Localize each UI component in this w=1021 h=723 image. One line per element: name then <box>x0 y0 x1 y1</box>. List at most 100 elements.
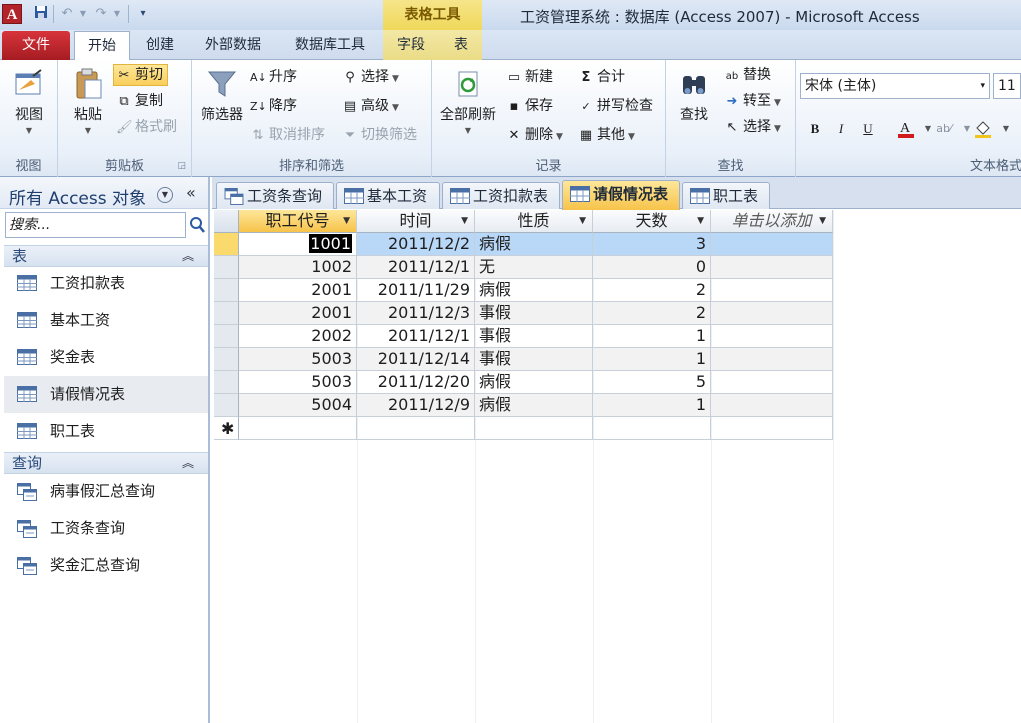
goto-button[interactable]: ➜ 转至 ▼ <box>724 90 781 112</box>
nav-collapse-icon[interactable]: « <box>186 183 196 202</box>
underline-button[interactable]: U <box>857 118 879 140</box>
cell-days[interactable]: 2 <box>593 279 711 302</box>
cell-empty[interactable] <box>475 417 593 440</box>
cell-employee-id[interactable]: 5004 <box>239 394 357 417</box>
customize-toolbar-icon[interactable]: ▾ <box>134 5 152 23</box>
row-selector[interactable] <box>214 348 239 371</box>
cell-employee-id[interactable]: 2001 <box>239 279 357 302</box>
doc-tab-active[interactable]: 请假情况表 <box>562 180 680 210</box>
cell-days[interactable]: 1 <box>593 394 711 417</box>
advanced-filter-button[interactable]: ▤ 高级 ▼ <box>342 95 399 117</box>
totals-button[interactable]: Σ 合计 <box>578 66 625 88</box>
doc-tab-table[interactable]: 工资扣款表 <box>442 182 560 209</box>
cell-employee-id[interactable]: 2002 <box>239 325 357 348</box>
row-selector[interactable] <box>214 371 239 394</box>
tab-file[interactable]: 文件 <box>2 31 70 60</box>
table-row[interactable]: 5003 2011/12/20 病假 5 <box>214 371 833 394</box>
cell-date[interactable]: 2011/11/29 <box>357 279 475 302</box>
paste-button[interactable]: 粘贴 ▼ <box>66 68 110 135</box>
table-row[interactable]: 1001 2011/12/2 病假 3 <box>214 233 833 256</box>
nav-item-table[interactable]: 基本工资 <box>4 302 208 339</box>
cell-empty[interactable] <box>711 325 833 348</box>
row-selector[interactable]: ✱ <box>214 417 239 440</box>
cell-empty[interactable] <box>593 417 711 440</box>
copy-button[interactable]: ⧉ 复制 <box>116 90 163 112</box>
row-selector[interactable] <box>214 325 239 348</box>
table-row[interactable]: 1002 2011/12/1 无 0 <box>214 256 833 279</box>
nav-item-table[interactable]: 工资扣款表 <box>4 265 208 302</box>
cell-date[interactable]: 2011/12/1 <box>357 256 475 279</box>
nav-item-table-selected[interactable]: 请假情况表 <box>4 376 208 413</box>
cell-type[interactable]: 病假 <box>475 233 593 256</box>
sort-dropdown-icon[interactable]: ▼ <box>343 210 350 232</box>
select-button[interactable]: ↖ 选择 ▼ <box>724 116 781 138</box>
redo-dropdown-icon[interactable]: ▼ <box>108 5 126 23</box>
cell-type[interactable]: 事假 <box>475 325 593 348</box>
cell-days[interactable]: 0 <box>593 256 711 279</box>
cell-type[interactable]: 事假 <box>475 302 593 325</box>
table-row[interactable]: 5004 2011/12/9 病假 1 <box>214 394 833 417</box>
cell-days[interactable]: 1 <box>593 348 711 371</box>
add-column-dropdown-icon[interactable]: ▼ <box>819 210 826 232</box>
cell-empty[interactable] <box>711 371 833 394</box>
toggle-filter-button[interactable]: ⏷ 切换筛选 <box>342 124 417 146</box>
new-record-button[interactable]: ▭ 新建 <box>506 66 553 88</box>
cell-empty[interactable] <box>711 394 833 417</box>
format-painter-button[interactable]: 🖌 格式刷 <box>116 116 177 138</box>
sort-dropdown-icon[interactable]: ▼ <box>579 210 586 232</box>
tab-home[interactable]: 开始 <box>74 31 130 61</box>
cell-date[interactable]: 2011/12/3 <box>357 302 475 325</box>
font-color-button[interactable]: A <box>894 118 918 140</box>
font-name-select[interactable]: 宋体 (主体) ▾ <box>800 73 990 99</box>
column-header[interactable]: 职工代号 ▼ <box>239 210 357 233</box>
cell-employee-id[interactable]: 5003 <box>239 371 357 394</box>
save-icon[interactable] <box>32 5 50 23</box>
cell-employee-id[interactable]: 1001 <box>239 233 357 256</box>
column-header[interactable]: 性质 ▼ <box>475 210 593 233</box>
cell-date[interactable]: 2011/12/14 <box>357 348 475 371</box>
access-app-icon[interactable]: A <box>2 4 22 24</box>
save-record-button[interactable]: ▪ 保存 <box>506 95 553 117</box>
nav-section-tables[interactable]: 表 ︽ <box>4 245 208 267</box>
cell-type[interactable]: 病假 <box>475 371 593 394</box>
filter-button[interactable]: 筛选器 <box>196 68 248 124</box>
add-column-header[interactable]: 单击以添加 ▼ <box>711 210 833 233</box>
cell-type[interactable]: 事假 <box>475 348 593 371</box>
column-header[interactable]: 天数 ▼ <box>593 210 711 233</box>
delete-record-button[interactable]: ✕ 删除 ▼ <box>506 124 563 146</box>
highlight-button[interactable]: ab⁄ <box>932 118 956 140</box>
cell-date[interactable]: 2011/12/2 <box>357 233 475 256</box>
cell-empty[interactable] <box>711 233 833 256</box>
doc-tab-table[interactable]: 职工表 <box>682 182 770 209</box>
doc-tab-table[interactable]: 基本工资 <box>336 182 440 209</box>
tab-fields[interactable]: 字段 <box>390 31 432 60</box>
refresh-all-button[interactable]: 全部刷新 ▼ <box>436 68 500 135</box>
spelling-button[interactable]: ✓ 拼写检查 <box>578 95 653 117</box>
cell-date[interactable]: 2011/12/9 <box>357 394 475 417</box>
cell-days[interactable]: 2 <box>593 302 711 325</box>
selection-filter-button[interactable]: ⚲ 选择 ▼ <box>342 66 399 88</box>
table-row[interactable]: 5003 2011/12/14 事假 1 <box>214 348 833 371</box>
row-selector[interactable] <box>214 256 239 279</box>
row-selector[interactable] <box>214 394 239 417</box>
cell-type[interactable]: 病假 <box>475 394 593 417</box>
table-row[interactable]: 2001 2011/11/29 病假 2 <box>214 279 833 302</box>
cell-empty[interactable] <box>711 348 833 371</box>
tab-table[interactable]: 表 <box>444 31 478 60</box>
tab-create[interactable]: 创建 <box>136 31 184 60</box>
undo-dropdown-icon[interactable]: ▼ <box>74 5 92 23</box>
cell-days[interactable]: 1 <box>593 325 711 348</box>
sort-descending-button[interactable]: Z↓ 降序 <box>250 95 297 117</box>
clear-sort-button[interactable]: ⇅ 取消排序 <box>250 124 325 146</box>
doc-tab-query[interactable]: 工资条查询 <box>216 182 334 209</box>
nav-item-table[interactable]: 职工表 <box>4 413 208 450</box>
search-icon[interactable] <box>188 215 206 235</box>
row-selector[interactable] <box>214 279 239 302</box>
sort-dropdown-icon[interactable]: ▼ <box>697 210 704 232</box>
find-button[interactable]: 查找 <box>672 68 716 124</box>
view-button[interactable]: 视图 ▼ <box>6 68 52 135</box>
cell-days[interactable]: 5 <box>593 371 711 394</box>
tab-external-data[interactable]: 外部数据 <box>192 31 274 60</box>
nav-section-queries[interactable]: 查询 ︽ <box>4 452 208 474</box>
italic-button[interactable]: I <box>830 118 852 140</box>
